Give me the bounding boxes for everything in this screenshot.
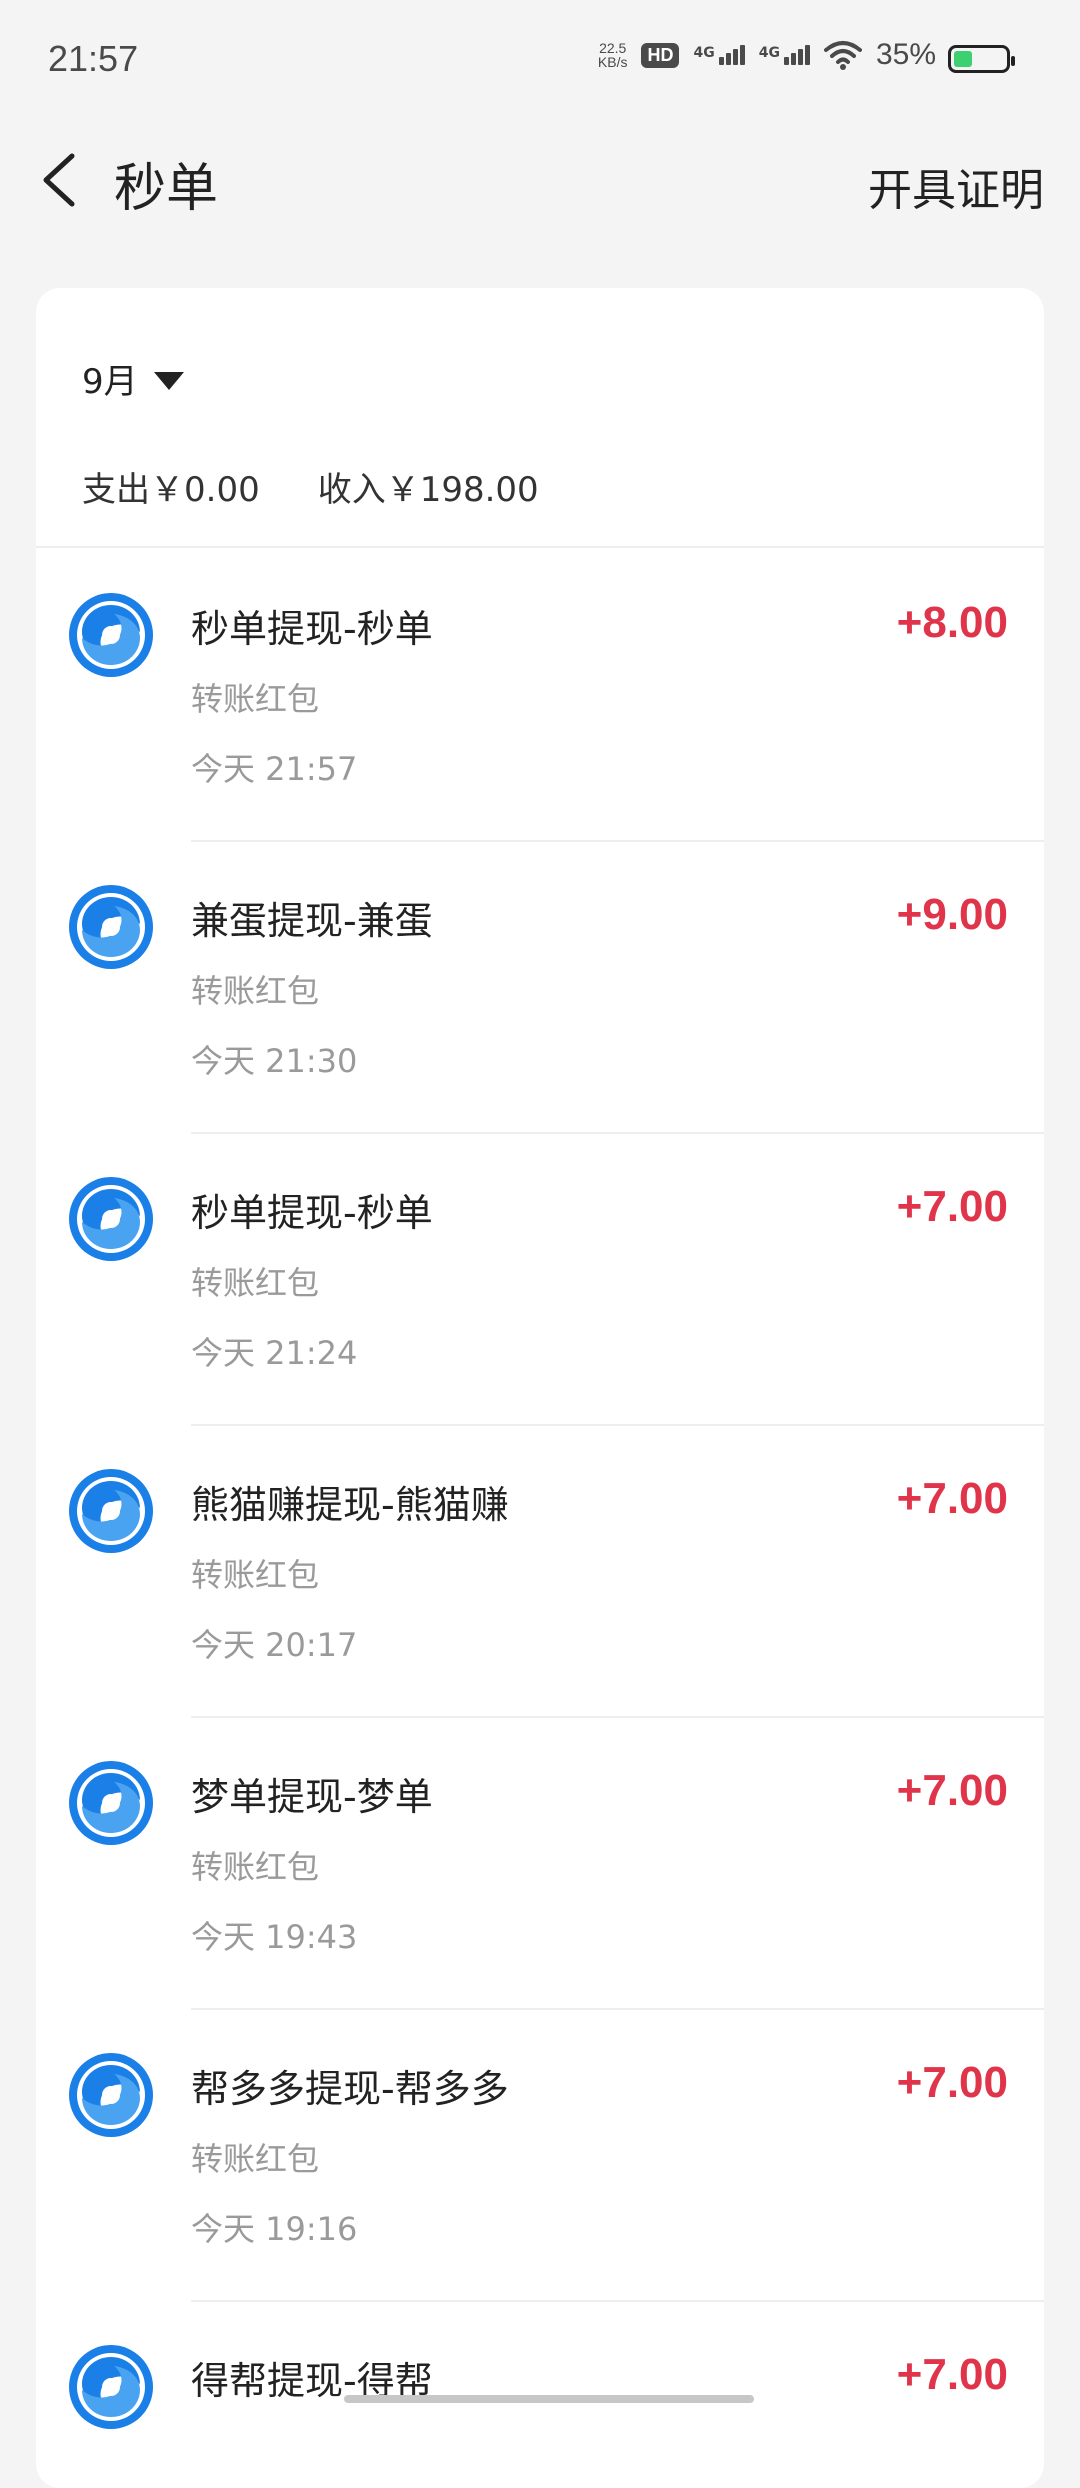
transaction-type: 转账红包 <box>191 1264 320 1302</box>
transaction-title: 熊猫赚提现-熊猫赚 <box>191 1483 509 1527</box>
back-button[interactable] <box>36 150 82 210</box>
transaction-amount: +7.00 <box>896 2350 1008 2399</box>
battery-level <box>954 51 972 67</box>
wifi-icon <box>823 41 862 70</box>
transaction-time: 今天 21:24 <box>191 1334 358 1372</box>
transaction-amount: +7.00 <box>896 1766 1008 1815</box>
signal-sim1-icon: 4G <box>693 45 745 65</box>
app-logo-icon <box>69 2053 153 2137</box>
transaction-row[interactable]: 兼蛋提现-兼蛋 转账红包 今天 21:30 +9.00 <box>36 840 1044 1134</box>
status-icons: 22.5 KB/s HD 4G 4G 35% <box>598 38 936 72</box>
bill-card: 9月 支出￥0.00 收入￥198.00 秒单提现-秒单 转账红包 今天 21:… <box>36 288 1044 2488</box>
transaction-type: 转账红包 <box>191 972 320 1010</box>
transaction-type: 转账红包 <box>191 2140 320 2178</box>
issue-certificate-button[interactable]: 开具证明 <box>868 154 1044 218</box>
app-logo-icon <box>69 593 153 677</box>
month-label: 9月 <box>82 362 138 402</box>
transaction-row[interactable]: 帮多多提现-帮多多 转账红包 今天 19:16 +7.00 <box>36 2008 1044 2302</box>
transaction-row[interactable]: 梦单提现-梦单 转账红包 今天 19:43 +7.00 <box>36 1716 1044 2010</box>
transaction-title: 兼蛋提现-兼蛋 <box>191 899 433 943</box>
transaction-time: 今天 21:30 <box>191 1042 358 1080</box>
transaction-title: 帮多多提现-帮多多 <box>191 2067 509 2111</box>
transaction-amount: +8.00 <box>896 598 1008 647</box>
transaction-type: 转账红包 <box>191 1556 320 1594</box>
transaction-title: 秒单提现-秒单 <box>191 1191 433 1235</box>
app-logo-icon <box>69 1469 153 1553</box>
network-speed-unit: KB/s <box>597 54 628 70</box>
app-logo-icon <box>69 1761 153 1845</box>
app-logo-icon <box>69 1177 153 1261</box>
transaction-list: 秒单提现-秒单 转账红包 今天 21:57 +8.00 兼蛋提现-兼蛋 转账红包… <box>36 548 1044 2488</box>
sim2-label: 4G <box>758 45 780 61</box>
transaction-amount: +9.00 <box>896 890 1008 939</box>
income-summary: 收入￥198.00 <box>317 470 539 510</box>
monthly-summary: 支出￥0.00 收入￥198.00 <box>82 462 539 511</box>
transaction-amount: +7.00 <box>896 2058 1008 2107</box>
network-speed: 22.5 KB/s <box>598 41 628 69</box>
signal-sim2-icon: 4G <box>759 45 810 65</box>
transaction-row[interactable]: 得帮提现-得帮 +7.00 <box>36 2300 1044 2488</box>
transaction-row[interactable]: 熊猫赚提现-熊猫赚 转账红包 今天 20:17 +7.00 <box>36 1424 1044 1718</box>
home-indicator[interactable] <box>344 2395 754 2403</box>
transaction-row[interactable]: 秒单提现-秒单 转账红包 今天 21:57 +8.00 <box>36 548 1044 842</box>
transaction-row[interactable]: 秒单提现-秒单 转账红包 今天 21:24 +7.00 <box>36 1132 1044 1426</box>
battery-icon <box>948 45 1015 73</box>
transaction-type: 转账红包 <box>191 1848 320 1886</box>
transaction-time: 今天 19:43 <box>191 1918 358 1956</box>
network-speed-value: 22.5 <box>599 40 627 56</box>
battery-percent: 35% <box>875 38 936 71</box>
transaction-amount: +7.00 <box>896 1182 1008 1231</box>
transaction-type: 转账红包 <box>191 680 320 718</box>
chevron-left-icon <box>43 153 75 207</box>
sim1-label: 4G <box>693 45 715 61</box>
expense-summary: 支出￥0.00 <box>82 470 260 510</box>
transaction-amount: +7.00 <box>896 1474 1008 1523</box>
page-title: 秒单 <box>114 159 219 219</box>
top-app-bar: 秒单 开具证明 <box>0 120 1080 240</box>
hd-icon: HD <box>641 42 680 68</box>
status-bar: 21:57 22.5 KB/s HD 4G 4G 35% <box>0 0 1080 120</box>
transaction-time: 今天 21:57 <box>191 750 358 788</box>
status-time: 21:57 <box>48 38 139 79</box>
caret-down-icon <box>153 371 184 390</box>
app-logo-icon <box>69 2345 153 2429</box>
transaction-time: 今天 19:16 <box>191 2210 358 2248</box>
transaction-title: 梦单提现-梦单 <box>191 1775 433 1819</box>
transaction-time: 今天 20:17 <box>191 1626 358 1664</box>
month-selector[interactable]: 9月 <box>82 354 184 403</box>
transaction-title: 秒单提现-秒单 <box>191 607 433 651</box>
app-logo-icon <box>69 885 153 969</box>
